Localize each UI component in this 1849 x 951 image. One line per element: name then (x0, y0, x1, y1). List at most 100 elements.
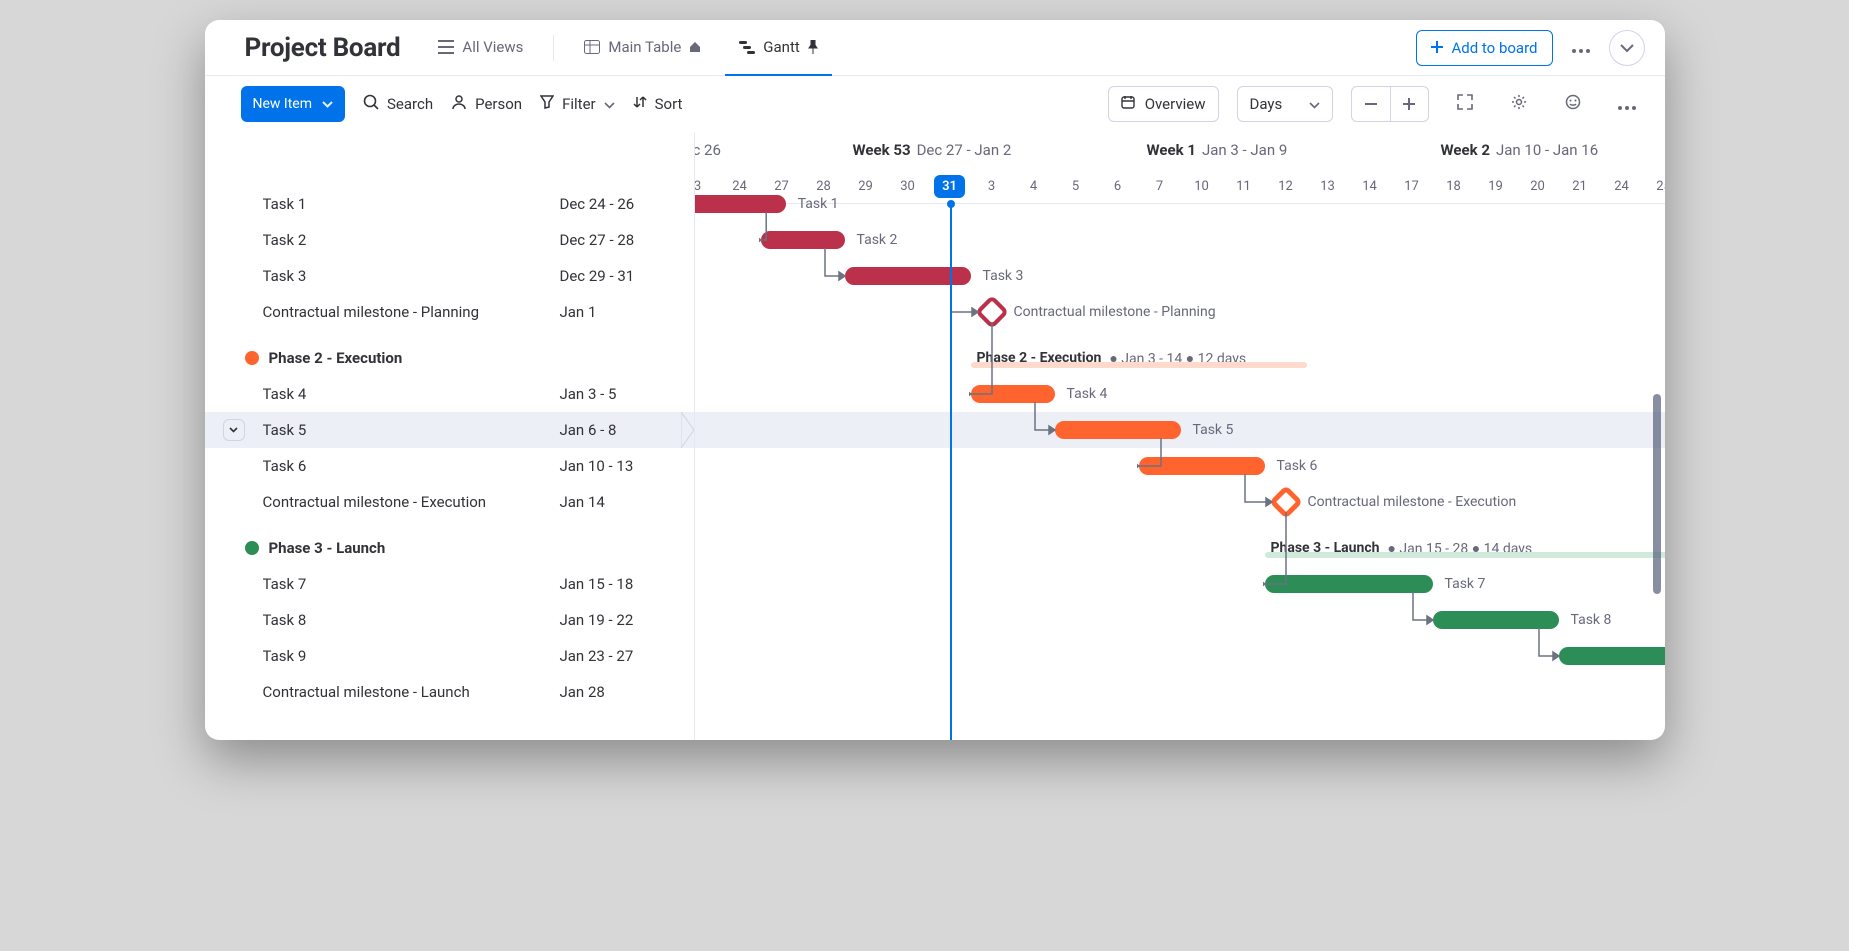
gantt-row[interactable]: Task 7 (695, 566, 1665, 602)
task-list-panel: Task 1 Dec 24 - 26 Task 2 Dec 27 - 28 Task 3… (205, 132, 695, 740)
gantt-row[interactable]: Task 8 (695, 602, 1665, 638)
gantt-row[interactable]: Task 9 (695, 638, 1665, 674)
task-bar-label: Task 5 (1193, 412, 1234, 448)
more-menu-button[interactable] (1563, 30, 1599, 66)
home-icon (689, 41, 701, 53)
pin-icon (808, 40, 818, 54)
list-icon (438, 40, 454, 54)
task-dates: Jan 3 - 5 (560, 385, 680, 403)
new-item-button[interactable]: New Item (241, 86, 346, 122)
chevron-down-icon (604, 95, 615, 113)
scale-label: Days (1250, 95, 1283, 113)
gantt-label: Gantt (763, 38, 799, 56)
sort-tool[interactable]: Sort (633, 95, 683, 113)
main-table-tab[interactable]: Main Table (570, 20, 715, 76)
dots-icon (1572, 38, 1590, 57)
board-title[interactable]: Project Board (245, 33, 401, 63)
group-color-dot (245, 351, 259, 365)
scale-picker[interactable]: Days (1237, 86, 1333, 122)
plus-icon (1431, 39, 1443, 57)
task-dates: Jan 6 - 8 (560, 421, 680, 439)
gantt-tab[interactable]: Gantt (725, 20, 831, 76)
all-views-tab[interactable]: All Views (424, 20, 537, 76)
gantt-row[interactable]: Contractual milestone - Planning (695, 294, 1665, 330)
task-row[interactable]: Task 2 Dec 27 - 28 (205, 222, 694, 258)
task-bar-label: Task 4 (1067, 376, 1108, 412)
group-color-dot (245, 541, 259, 555)
task-dates: Jan 14 (560, 493, 680, 511)
add-to-board-label: Add to board (1451, 39, 1537, 57)
task-name: Task 5 (263, 421, 550, 439)
overview-picker[interactable]: Overview (1108, 86, 1219, 122)
task-row[interactable]: Contractual milestone - ExecutionJan 14 (205, 484, 694, 520)
gantt-row[interactable]: Task 6 (695, 448, 1665, 484)
smiley-icon (1565, 94, 1581, 114)
more-options-button[interactable] (1609, 86, 1645, 122)
gantt-row[interactable]: Phase 3 - Launch ● Jan 15 - 28 ● 14 days (695, 530, 1665, 566)
week-label: Week 1 Jan 3 - Jan 9 (1147, 132, 1288, 168)
feedback-button[interactable] (1555, 86, 1591, 122)
filter-tool[interactable]: Filter (540, 95, 615, 113)
add-to-board-button[interactable]: Add to board (1416, 30, 1552, 66)
expand-subitems-button[interactable] (223, 419, 245, 441)
app-window: Project Board All Views Main Table (205, 20, 1665, 740)
task-bar-label: Task 1 (798, 186, 839, 222)
group-name: Phase 2 - Execution (269, 349, 680, 367)
task-dates: Jan 15 - 18 (560, 575, 680, 593)
search-tool[interactable]: Search (363, 94, 433, 114)
settings-button[interactable] (1501, 86, 1537, 122)
task-name: Task 6 (263, 457, 550, 475)
gantt-row[interactable] (695, 674, 1665, 710)
dependency-connector (1537, 626, 1577, 674)
chevron-down-icon (322, 96, 333, 112)
task-name: Task 8 (263, 611, 550, 629)
divider (553, 35, 554, 61)
gear-icon (1511, 94, 1527, 114)
task-name: Contractual milestone - Launch (263, 683, 550, 701)
new-item-label: New Item (253, 96, 313, 112)
group-row[interactable]: Phase 3 - Launch (205, 530, 694, 566)
fullscreen-button[interactable] (1447, 86, 1483, 122)
zoom-out-button[interactable] (1352, 86, 1390, 122)
task-name: Task 4 (263, 385, 550, 403)
dependency-connector (759, 210, 784, 258)
task-row[interactable]: Task 3Dec 29 - 31 (205, 258, 694, 294)
gantt-row[interactable]: Phase 2 - Execution ● Jan 3 - 14 ● 12 da… (695, 340, 1665, 376)
group-name: Phase 3 - Launch (269, 539, 680, 557)
zoom-control (1351, 86, 1429, 122)
milestone-label: Contractual milestone - Planning (1014, 294, 1216, 330)
person-tool[interactable]: Person (451, 94, 522, 114)
overview-label: Overview (1145, 95, 1206, 113)
task-name: Task 2 (263, 231, 550, 249)
task-row[interactable]: Task 9Jan 23 - 27 (205, 638, 694, 674)
task-name: Task 1 (263, 195, 550, 213)
task-row[interactable]: Contractual milestone - PlanningJan 1 (205, 294, 694, 330)
chevron-down-icon (1309, 95, 1320, 113)
timeline-panel[interactable]: ec 26Week 53 Dec 27 - Jan 2Week 1 Jan 3 … (695, 132, 1665, 740)
task-dates: Dec 27 - 28 (560, 231, 680, 249)
task-row[interactable]: Task 4 Jan 3 - 5 (205, 376, 694, 412)
table-icon (584, 40, 600, 54)
expand-icon (1457, 94, 1473, 114)
gantt-row[interactable]: Contractual milestone - Execution (695, 484, 1665, 520)
gantt-row[interactable]: Task 4 (695, 376, 1665, 412)
task-bar-label: Task 8 (1571, 602, 1612, 638)
task-row[interactable]: Task 5 Jan 6 - 8 (205, 412, 694, 448)
gantt-row[interactable]: Task 1 (695, 186, 1665, 222)
task-bar-label: Task 2 (857, 222, 898, 258)
dependency-connector (1137, 436, 1179, 484)
gantt-body: Task 1 Dec 24 - 26 Task 2 Dec 27 - 28 Task 3… (205, 132, 1665, 740)
task-row[interactable]: Contractual milestone - LaunchJan 28 (205, 674, 694, 710)
task-row[interactable]: Task 8Jan 19 - 22 (205, 602, 694, 638)
task-row[interactable]: Task 6Jan 10 - 13 (205, 448, 694, 484)
collapse-button[interactable] (1609, 30, 1645, 66)
gantt-row[interactable]: Task 5 (695, 412, 1665, 448)
task-dates: Dec 24 - 26 (560, 195, 680, 213)
task-row[interactable]: Task 7Jan 15 - 18 (205, 566, 694, 602)
group-summary-bar (971, 362, 1307, 368)
vertical-scrollbar[interactable] (1653, 204, 1661, 732)
task-row[interactable]: Task 1 Dec 24 - 26 (205, 186, 694, 222)
gantt-icon (739, 40, 755, 54)
zoom-in-button[interactable] (1390, 86, 1428, 122)
group-row[interactable]: Phase 2 - Execution (205, 340, 694, 376)
